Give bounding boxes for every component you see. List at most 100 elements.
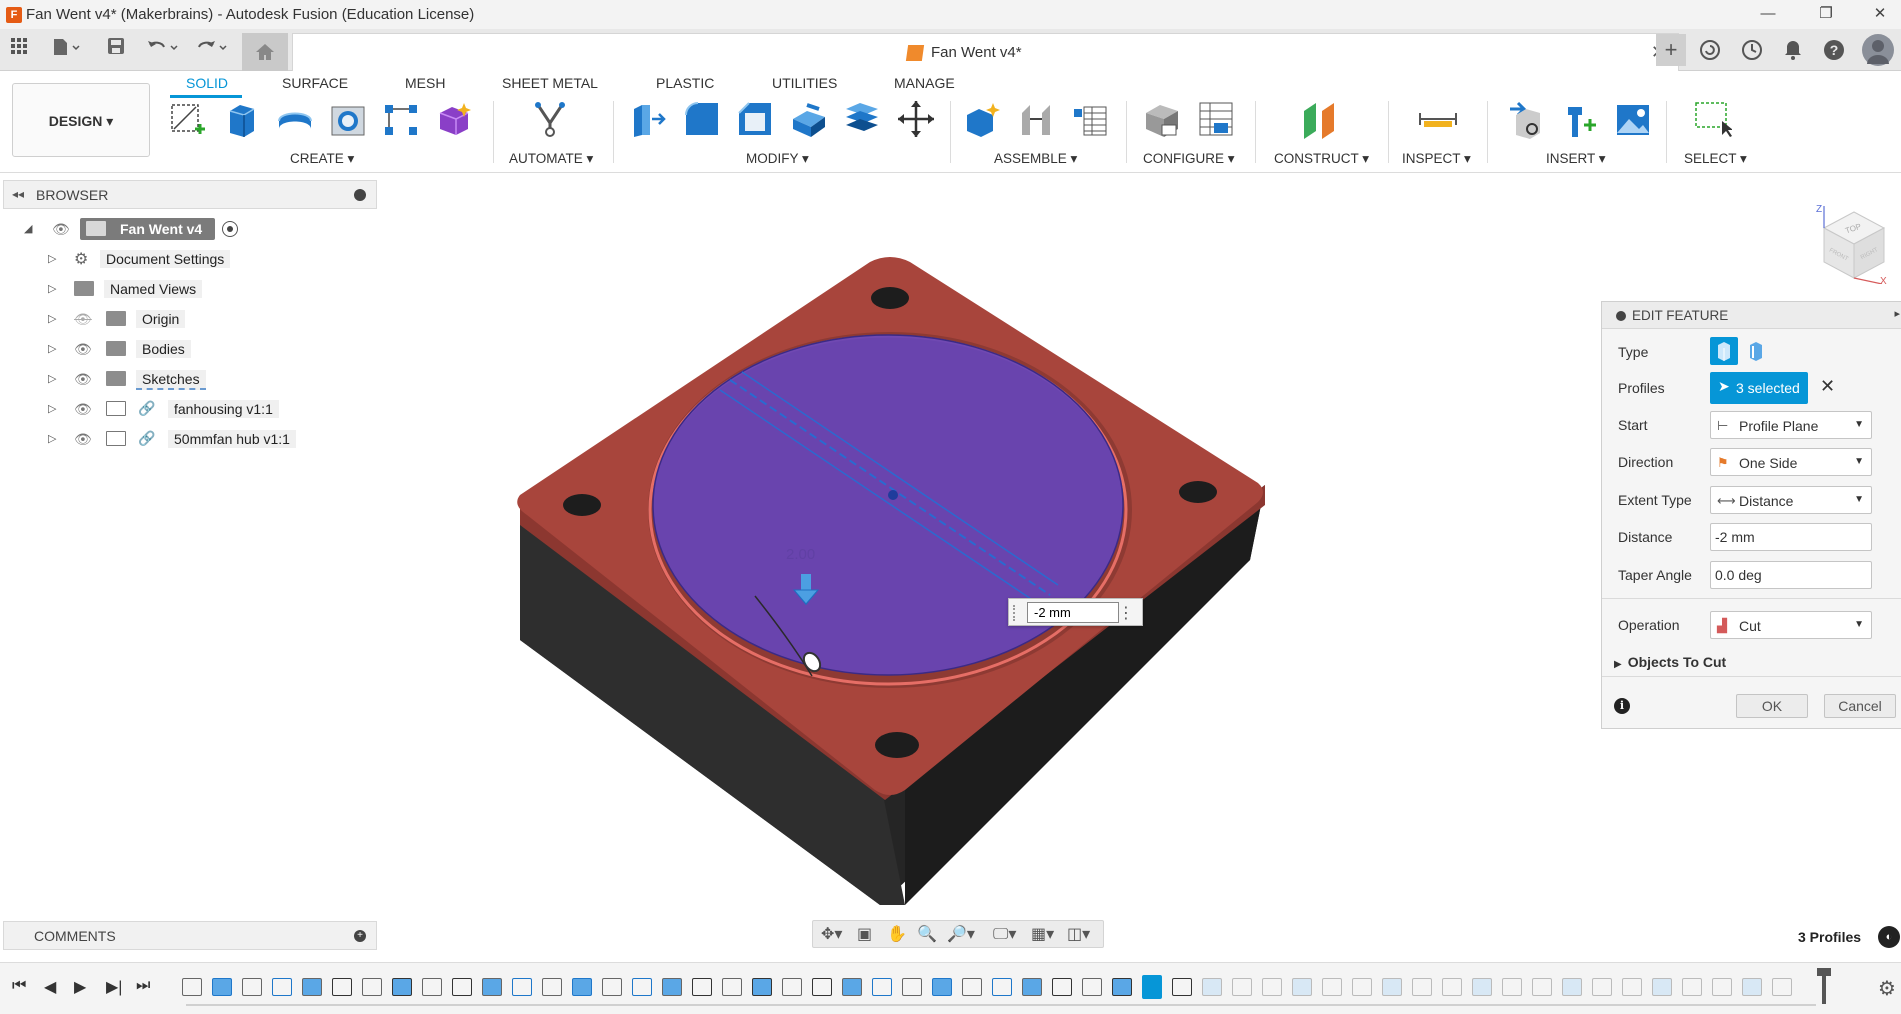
timeline-feature-icon[interactable] [1592,978,1612,996]
add-comment-icon[interactable]: + [354,930,366,942]
timeline-feature-icon[interactable] [782,978,802,996]
new-component-icon[interactable] [963,99,1003,139]
browser-item-fanhousing[interactable]: ▷ 👁 🔗 fanhousing v1:1 [0,396,310,422]
timeline-feature-icon[interactable] [632,978,652,996]
close-window-button[interactable]: ✕ [1860,3,1900,25]
timeline-feature-icon[interactable] [1322,978,1342,996]
play-icon[interactable]: ▶ [74,977,86,997]
home-icon[interactable] [242,33,288,71]
expand-triangle-icon[interactable]: ▶ [1614,659,1622,670]
workspace-switcher-button[interactable]: DESIGN ▾ [12,83,150,157]
orbit-icon[interactable]: ✥▾ [821,924,842,944]
type-extrude-solid-button[interactable] [1710,337,1738,365]
timeline-feature-icon[interactable] [1022,978,1042,996]
timeline-feature-icon[interactable] [1742,978,1762,996]
start-dropdown[interactable]: ⊢ Profile Plane ▼ [1710,411,1872,439]
marking-menu-icon[interactable]: ◐ [1878,926,1900,948]
timeline-feature-icon[interactable] [512,978,532,996]
cancel-button[interactable]: Cancel [1824,694,1896,718]
grid-settings-icon[interactable]: ▦▾ [1031,924,1054,944]
undo-icon[interactable] [145,37,183,61]
viewports-icon[interactable]: ◫▾ [1067,924,1090,944]
visibility-eye-icon[interactable]: 👁 [74,371,92,388]
timeline-feature-icon[interactable] [1472,978,1492,996]
extent-type-dropdown[interactable]: ⟷ Distance ▼ [1710,486,1872,514]
timeline-feature-icon[interactable] [1052,978,1072,996]
tab-manage[interactable]: MANAGE [894,75,955,91]
type-thin-extrude-button[interactable] [1742,337,1770,365]
timeline-feature-icon[interactable] [482,978,502,996]
browser-root-row[interactable]: ◢ 👁 Fan Went v4 [0,216,310,242]
ok-button[interactable]: OK [1736,694,1808,718]
timeline-feature-icon[interactable] [662,978,682,996]
panel-minimize-icon[interactable] [1616,311,1626,321]
pattern-icon[interactable] [381,99,421,139]
insert-mcmaster-icon[interactable] [1560,99,1600,139]
browser-minimize-icon[interactable] [354,189,366,201]
restore-button[interactable]: ❐ [1806,3,1846,25]
apps-grid-icon[interactable] [8,37,30,61]
drag-grip-icon[interactable] [1013,605,1019,621]
tab-plastic[interactable]: PLASTIC [656,75,714,91]
construct-group-label[interactable]: CONSTRUCT ▾ [1274,151,1369,167]
timeline-feature-icon[interactable] [452,978,472,996]
browser-item-bodies[interactable]: ▷ 👁 Bodies [0,336,310,362]
measure-icon[interactable] [1418,99,1458,139]
distance-float-input[interactable]: ⋮ [1008,598,1143,626]
timeline-feature-icon[interactable] [362,978,382,996]
timeline-feature-icon[interactable] [752,978,772,996]
step-forward-icon[interactable]: ▶| [106,977,122,997]
insert-derive-icon[interactable] [1506,99,1546,139]
browser-item-50mmfan-hub[interactable]: ▷ 👁 🔗 50mmfan hub v1:1 [0,426,310,452]
taper-angle-field[interactable]: 0.0 deg [1710,561,1872,589]
timeline-feature-icon[interactable] [1622,978,1642,996]
redo-icon[interactable] [194,37,232,61]
timeline-feature-icon[interactable] [182,978,202,996]
create-form-icon[interactable] [434,99,474,139]
browser-item-origin[interactable]: ▷ 👁 Origin [0,306,310,332]
timeline-feature-icon[interactable] [932,978,952,996]
configure-rule-icon[interactable] [1196,99,1236,139]
configure-table-icon[interactable] [1142,99,1182,139]
view-cube[interactable]: TOP FRONT RIGHT Z X [1808,200,1892,287]
insert-canvas-icon[interactable] [1613,99,1653,139]
tab-solid[interactable]: SOLID [186,75,228,91]
file-menu-icon[interactable] [48,37,84,61]
expand-triangle-icon[interactable]: ▷ [48,342,56,355]
direction-dropdown[interactable]: ⚑ One Side ▼ [1710,448,1872,476]
timeline-feature-icon[interactable] [572,978,592,996]
shell-icon[interactable] [789,99,829,139]
3d-viewport[interactable] [380,176,1600,916]
zoom-icon[interactable]: 🔍 [917,924,937,944]
operation-dropdown[interactable]: ▟ Cut ▼ [1710,611,1872,639]
timeline-feature-icon[interactable] [242,978,262,996]
visibility-eye-icon[interactable]: 👁 [52,221,70,238]
timeline-feature-icon[interactable] [302,978,322,996]
automate-icon[interactable] [530,99,570,139]
timeline-feature-icon[interactable] [542,978,562,996]
timeline-feature-icon[interactable] [1232,978,1252,996]
expand-triangle-icon[interactable]: ▷ [48,252,56,265]
chamfer-icon[interactable] [735,99,775,139]
display-settings-icon[interactable]: 🖵▾ [993,924,1016,944]
select-group-label[interactable]: SELECT ▾ [1684,151,1747,167]
timeline-feature-icon[interactable] [1292,978,1312,996]
collapse-browser-icon[interactable]: ◂◂ [12,187,24,201]
extrude-icon[interactable] [222,99,262,139]
tab-sheet-metal[interactable]: SHEET METAL [502,75,598,91]
insert-group-label[interactable]: INSERT ▾ [1546,151,1606,167]
browser-item-named-views[interactable]: ▷ Named Views [0,276,310,302]
timeline-feature-icon[interactable] [602,978,622,996]
create-group-label[interactable]: CREATE ▾ [290,151,354,167]
panel-expand-icon[interactable]: ▸ [1894,307,1900,320]
timeline-feature-icon[interactable] [1682,978,1702,996]
visibility-eye-icon[interactable]: 👁 [74,431,92,448]
more-options-icon[interactable]: ⋮ [1118,603,1134,623]
tab-utilities[interactable]: UTILITIES [772,75,837,91]
window-select-icon[interactable] [1692,99,1733,139]
hidden-eye-icon[interactable]: 👁 [74,311,92,328]
timeline-feature-icon[interactable] [1172,978,1192,996]
timeline-feature-icon[interactable] [1382,978,1402,996]
info-icon[interactable]: i [1614,698,1630,714]
timeline-feature-icon[interactable] [1142,975,1162,999]
